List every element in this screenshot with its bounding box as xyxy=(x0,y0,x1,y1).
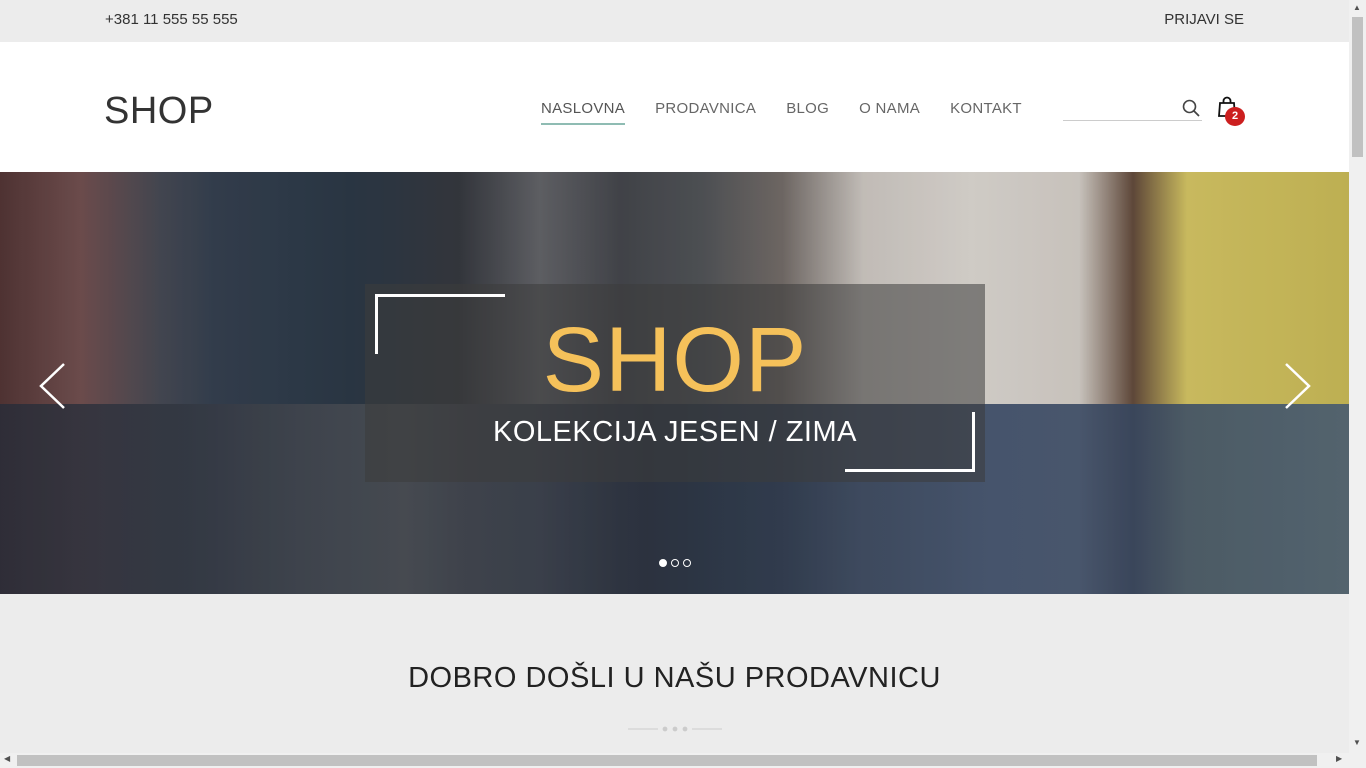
search-icon[interactable] xyxy=(1182,99,1200,117)
phone-number: +381 11 555 55 555 xyxy=(105,11,238,28)
scroll-right-icon[interactable]: ▶ xyxy=(1336,754,1342,763)
hero-slider: SHOP KOLEKCIJA JESEN / ZIMA xyxy=(0,172,1349,594)
scroll-up-icon[interactable]: ▲ xyxy=(1353,3,1361,12)
nav-item-naslovna[interactable]: NASLOVNA xyxy=(541,100,626,125)
main-nav: NASLOVNA PRODAVNICA BLOG O NAMA KONTAKT xyxy=(541,100,1052,125)
hero-caption: SHOP KOLEKCIJA JESEN / ZIMA xyxy=(365,284,985,482)
hero-subtitle: KOLEKCIJA JESEN / ZIMA xyxy=(493,416,857,448)
search-box xyxy=(1063,97,1202,121)
welcome-title: DOBRO DOŠLI U NAŠU PRODAVNICU xyxy=(408,662,941,694)
cart-button[interactable]: 2 xyxy=(1217,96,1247,126)
nav-item-kontakt[interactable]: KONTAKT xyxy=(950,100,1022,125)
hero-title: SHOP xyxy=(542,309,808,411)
nav-item-prodavnica[interactable]: PRODAVNICA xyxy=(655,100,756,125)
cart-count-badge: 2 xyxy=(1225,107,1245,126)
chevron-left-icon[interactable] xyxy=(38,362,68,410)
site-logo[interactable]: SHOP xyxy=(104,90,214,133)
welcome-section: DOBRO DOŠLI U NAŠU PRODAVNICU xyxy=(0,594,1349,753)
slider-dot-3[interactable] xyxy=(683,559,691,567)
search-input[interactable] xyxy=(1063,97,1173,119)
top-bar: +381 11 555 55 555 PRIJAVI SE xyxy=(0,0,1349,42)
nav-item-o-nama[interactable]: O NAMA xyxy=(859,100,920,125)
horizontal-scrollbar[interactable]: ◀ ▶ xyxy=(0,753,1349,768)
site-header: SHOP NASLOVNA PRODAVNICA BLOG O NAMA KON… xyxy=(0,42,1349,172)
chevron-right-icon[interactable] xyxy=(1282,362,1312,410)
scroll-down-icon[interactable]: ▼ xyxy=(1353,738,1361,747)
horizontal-scroll-thumb[interactable] xyxy=(17,755,1317,766)
section-divider xyxy=(628,726,722,732)
slider-pagination xyxy=(659,559,691,567)
login-link[interactable]: PRIJAVI SE xyxy=(1164,11,1244,28)
nav-item-blog[interactable]: BLOG xyxy=(786,100,829,125)
vertical-scrollbar[interactable]: ▲ ▼ xyxy=(1349,0,1366,768)
slider-dot-2[interactable] xyxy=(671,559,679,567)
vertical-scroll-thumb[interactable] xyxy=(1352,17,1363,157)
slider-dot-1[interactable] xyxy=(659,559,667,567)
scroll-left-icon[interactable]: ◀ xyxy=(4,754,10,763)
